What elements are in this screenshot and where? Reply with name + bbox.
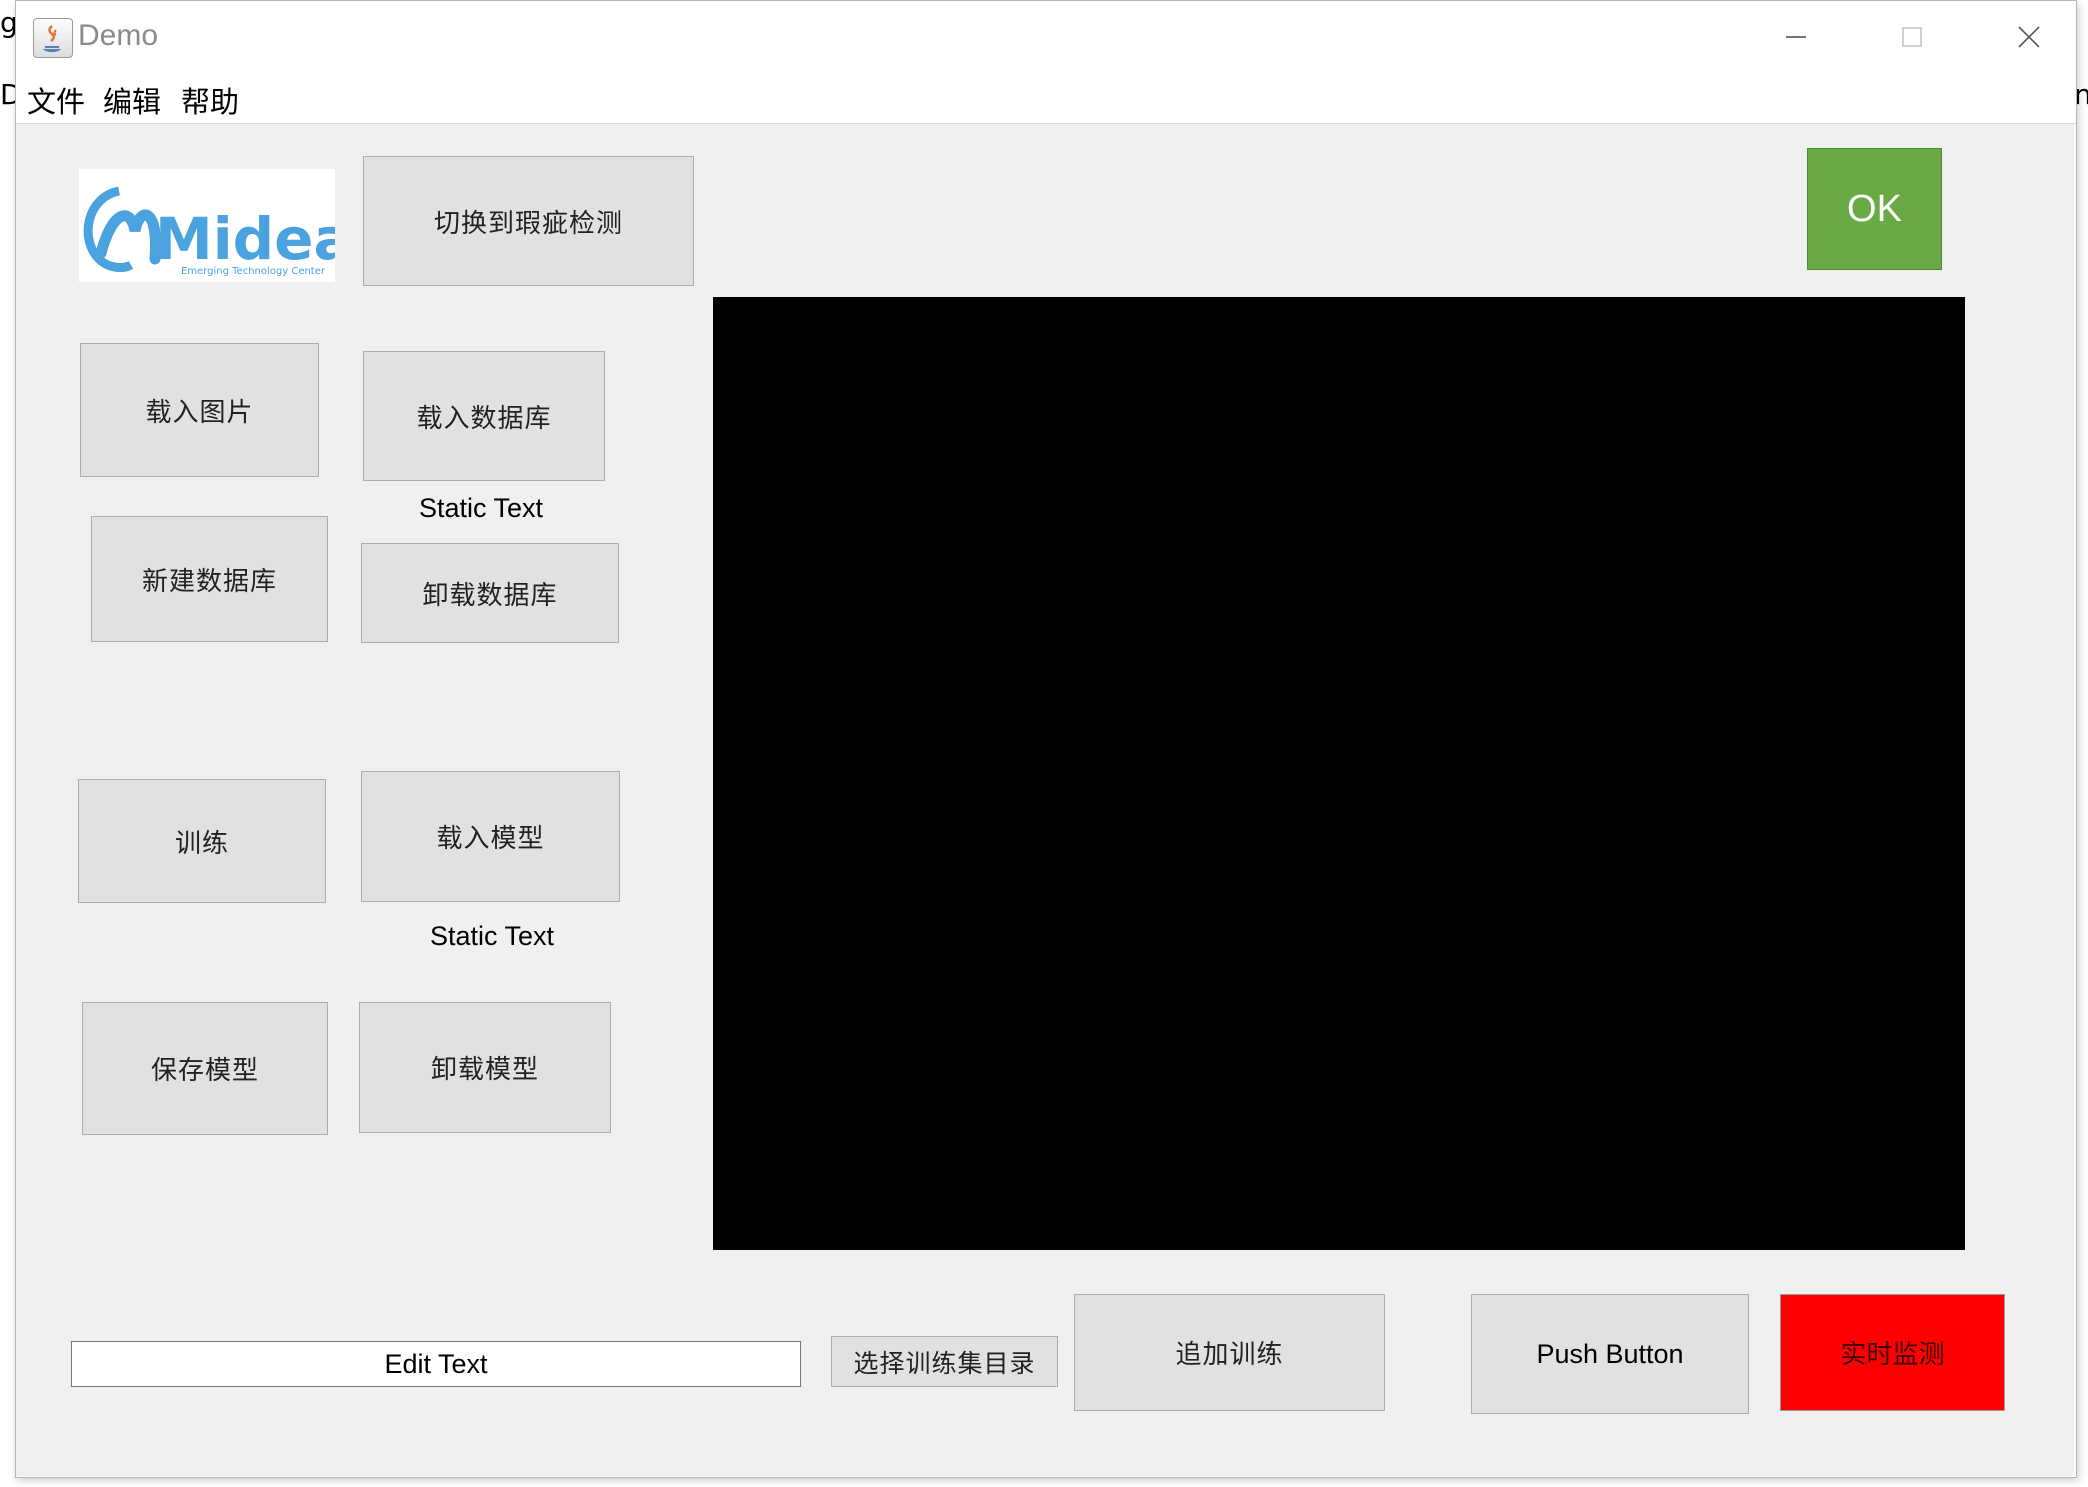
- maximize-button[interactable]: [1882, 15, 1942, 59]
- maximize-icon: [1902, 27, 1922, 47]
- train-button[interactable]: 训练: [78, 779, 326, 903]
- unload-model-button[interactable]: 卸载模型: [359, 1002, 611, 1133]
- demo-window: Demo 文件 编辑 帮助 Midea Emerging Technology …: [15, 0, 2077, 1478]
- load-model-button[interactable]: 载入模型: [361, 771, 620, 902]
- title-bar[interactable]: Demo: [16, 1, 2076, 73]
- close-icon: [2018, 26, 2040, 48]
- window-title: Demo: [78, 19, 159, 52]
- switch-to-defect-detection-button[interactable]: 切换到瑕疵检测: [363, 156, 694, 286]
- new-database-button[interactable]: 新建数据库: [91, 516, 328, 642]
- realtime-monitoring-button[interactable]: 实时监测: [1780, 1294, 2005, 1411]
- ok-button[interactable]: OK: [1807, 148, 1942, 270]
- save-model-button[interactable]: 保存模型: [82, 1002, 328, 1135]
- load-database-button[interactable]: 载入数据库: [363, 351, 605, 481]
- close-button[interactable]: [1999, 15, 2059, 59]
- edit-text-field[interactable]: [71, 1341, 801, 1387]
- select-training-set-directory-button[interactable]: 选择训练集目录: [831, 1336, 1058, 1387]
- append-training-button[interactable]: 追加训练: [1074, 1294, 1385, 1411]
- java-app-icon: [33, 18, 73, 58]
- menu-bar: 文件 编辑 帮助: [16, 73, 2076, 124]
- minimize-button[interactable]: [1766, 15, 1826, 59]
- database-status-text: Static Text: [418, 493, 544, 523]
- midea-logo: Midea Emerging Technology Center: [79, 169, 353, 282]
- menu-help[interactable]: 帮助: [181, 79, 239, 121]
- menu-file[interactable]: 文件: [27, 79, 85, 121]
- push-button[interactable]: Push Button: [1471, 1294, 1749, 1414]
- minimize-icon: [1786, 36, 1806, 38]
- menu-edit[interactable]: 编辑: [103, 79, 161, 121]
- unload-database-button[interactable]: 卸载数据库: [361, 543, 619, 643]
- logo-brand-text: Midea: [155, 205, 335, 273]
- client-area: Midea Emerging Technology Center 切换到瑕疵检测…: [16, 124, 2074, 1476]
- model-status-text: Static Text: [429, 921, 555, 951]
- load-image-button[interactable]: 载入图片: [80, 343, 319, 477]
- logo-subtitle-text: Emerging Technology Center: [181, 266, 326, 277]
- image-display-area: [713, 297, 1965, 1250]
